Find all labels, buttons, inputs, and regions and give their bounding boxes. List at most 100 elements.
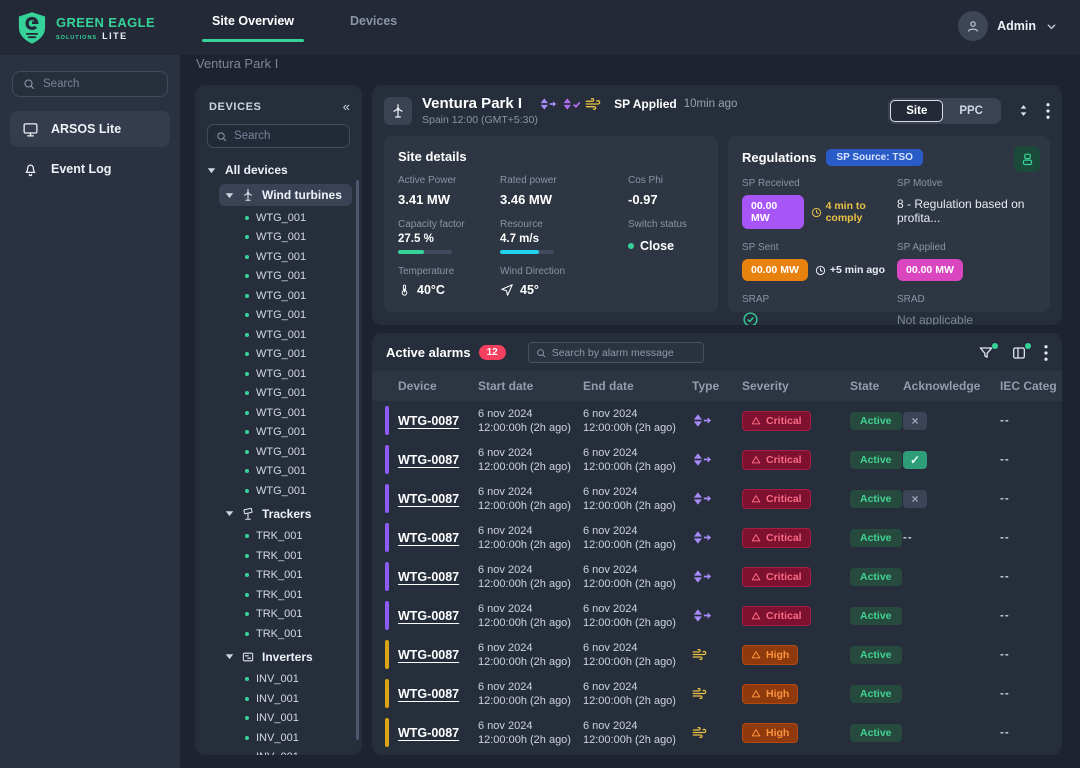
alarm-row[interactable]: WTG-0087 6 nov 202412:00:00h (2h ago) 6 … bbox=[372, 674, 1062, 713]
sidebar-search[interactable] bbox=[12, 71, 168, 97]
sort-icon[interactable] bbox=[1017, 103, 1030, 118]
automation-robot-icon[interactable] bbox=[1014, 146, 1040, 172]
sp-applied-time: 10min ago bbox=[684, 98, 738, 110]
tree-device-item[interactable]: TRK_001 bbox=[207, 527, 356, 547]
tree-root-all-devices[interactable]: All devices bbox=[207, 158, 356, 182]
status-bullet bbox=[245, 391, 249, 395]
alarm-row[interactable]: WTG-0087 6 nov 202412:00:00h (2h ago) 6 … bbox=[372, 479, 1062, 518]
status-bullet bbox=[245, 489, 249, 493]
tree-device-item[interactable]: INV_001 bbox=[207, 709, 356, 729]
sidebar-item-event-log[interactable]: Event Log bbox=[10, 151, 170, 187]
acknowledge-confirm-button[interactable]: ✓ bbox=[903, 451, 927, 469]
device-link[interactable]: WTG-0087 bbox=[398, 453, 459, 467]
user-menu[interactable]: Admin bbox=[958, 11, 1058, 41]
tree-device-item[interactable]: TRK_001 bbox=[207, 546, 356, 566]
tree-device-item[interactable]: INV_001 bbox=[207, 689, 356, 709]
tree-device-item[interactable]: WTG_001 bbox=[207, 442, 356, 462]
sidebar-item-arsos-lite[interactable]: ARSOS Lite bbox=[10, 111, 170, 147]
tree-device-item[interactable]: INV_001 bbox=[207, 748, 356, 756]
user-name: Admin bbox=[997, 19, 1036, 33]
alarm-row[interactable]: WTG-0087 6 nov 202412:00:00h (2h ago) 6 … bbox=[372, 440, 1062, 479]
iec-category-cell: -- bbox=[1000, 493, 1062, 505]
tree-device-item[interactable]: WTG_001 bbox=[207, 247, 356, 267]
tree-device-item[interactable]: INV_001 bbox=[207, 728, 356, 748]
tree-device-item[interactable]: WTG_001 bbox=[207, 364, 356, 384]
tab-site-overview[interactable]: Site Overview bbox=[196, 0, 310, 42]
tree-device-item[interactable]: TRK_001 bbox=[207, 566, 356, 586]
alarm-row[interactable]: WTG-0087 6 nov 202412:00:00h (2h ago) 6 … bbox=[372, 401, 1062, 440]
setpoint-icon bbox=[692, 491, 742, 506]
start-date-cell: 6 nov 202412:00:00h (2h ago) bbox=[478, 407, 583, 435]
tree-group-trackers[interactable]: Trackers bbox=[219, 503, 352, 525]
metric-rated-power: Rated power 3.46 MW bbox=[500, 175, 628, 207]
alarm-row[interactable]: WTG-0087 6 nov 202412:00:00h (2h ago) 6 … bbox=[372, 713, 1062, 752]
tree-device-item[interactable]: TRK_001 bbox=[207, 624, 356, 644]
toggle-option-site[interactable]: Site bbox=[890, 100, 943, 122]
metric-active-power: Active Power 3.41 MW bbox=[398, 175, 500, 207]
acknowledge-dismiss-button[interactable]: × bbox=[903, 412, 927, 430]
alarm-search[interactable] bbox=[528, 342, 704, 363]
kebab-menu-icon[interactable] bbox=[1044, 345, 1048, 361]
tree-device-item[interactable]: WTG_001 bbox=[207, 325, 356, 345]
tree-device-item[interactable]: WTG_001 bbox=[207, 481, 356, 501]
tree-group-wind-turbines[interactable]: Wind turbines bbox=[219, 184, 352, 206]
tree-device-item[interactable]: WTG_001 bbox=[207, 423, 356, 443]
device-link[interactable]: WTG-0087 bbox=[398, 492, 459, 506]
end-date-cell: 6 nov 202412:00:00h (2h ago) bbox=[583, 719, 692, 747]
device-label: WTG_001 bbox=[256, 485, 306, 497]
metric-switch-status: Switch status Close bbox=[628, 219, 704, 254]
tree-device-item[interactable]: WTG_001 bbox=[207, 228, 356, 248]
tree-device-item[interactable]: WTG_001 bbox=[207, 345, 356, 365]
device-label: INV_001 bbox=[256, 751, 299, 755]
alarm-row[interactable]: WTG-0087 6 nov 202412:00:00h (2h ago) 6 … bbox=[372, 596, 1062, 635]
kebab-menu-icon[interactable] bbox=[1046, 103, 1050, 119]
device-link[interactable]: WTG-0087 bbox=[398, 687, 459, 701]
alarm-row[interactable]: WTG-0087 6 nov 202412:00:00h (2h ago) 6 … bbox=[372, 557, 1062, 596]
capacity-factor-bar bbox=[398, 250, 452, 254]
devices-search[interactable] bbox=[207, 124, 350, 148]
device-link[interactable]: WTG-0087 bbox=[398, 531, 459, 545]
acknowledge-dismiss-button[interactable]: × bbox=[903, 490, 927, 508]
end-date-cell: 6 nov 202412:00:00h (2h ago) bbox=[583, 641, 692, 669]
alarm-row[interactable]: WTG-0087 6 nov 202412:00:00h (2h ago) 6 … bbox=[372, 635, 1062, 674]
device-link[interactable]: WTG-0087 bbox=[398, 609, 459, 623]
tab-devices[interactable]: Devices bbox=[334, 0, 413, 42]
device-label: INV_001 bbox=[256, 712, 299, 724]
tree-groups: Wind turbines WTG_001 WTG_001 WTG_001 WT… bbox=[207, 184, 356, 755]
tree-device-item[interactable]: WTG_001 bbox=[207, 306, 356, 326]
navigation-arrow-icon bbox=[500, 283, 514, 297]
device-link[interactable]: WTG-0087 bbox=[398, 648, 459, 662]
columns-icon[interactable] bbox=[1011, 345, 1027, 361]
device-link[interactable]: WTG-0087 bbox=[398, 414, 459, 428]
state-badge: Active bbox=[850, 607, 902, 625]
iec-category-cell: -- bbox=[1000, 532, 1062, 544]
tree-device-item[interactable]: TRK_001 bbox=[207, 585, 356, 605]
tree-device-item[interactable]: WTG_001 bbox=[207, 403, 356, 423]
start-date-cell: 6 nov 202412:00:00h (2h ago) bbox=[478, 602, 583, 630]
tree-scrollbar[interactable] bbox=[356, 180, 359, 740]
tree-group-inverters[interactable]: Inverters bbox=[219, 646, 352, 668]
tree-device-item[interactable]: INV_001 bbox=[207, 670, 356, 690]
alarm-search-input[interactable] bbox=[552, 347, 696, 359]
tree-device-item[interactable]: WTG_001 bbox=[207, 267, 356, 287]
filter-icon[interactable] bbox=[978, 345, 994, 361]
metric-temperature: Temperature 40°C bbox=[398, 266, 500, 297]
severity-badge: Critical bbox=[742, 528, 811, 548]
alarm-row[interactable]: WTG-0087 6 nov 202412:00:00h (2h ago) 6 … bbox=[372, 518, 1062, 557]
sidebar-search-input[interactable] bbox=[43, 78, 157, 90]
status-bullet bbox=[245, 573, 249, 577]
tree-device-item[interactable]: WTG_001 bbox=[207, 384, 356, 404]
device-link[interactable]: WTG-0087 bbox=[398, 726, 459, 740]
device-link[interactable]: WTG-0087 bbox=[398, 570, 459, 584]
status-bullet bbox=[245, 430, 249, 434]
tree-device-item[interactable]: WTG_001 bbox=[207, 286, 356, 306]
device-label: WTG_001 bbox=[256, 426, 306, 438]
device-label: TRK_001 bbox=[256, 608, 302, 620]
warning-triangle-icon bbox=[751, 533, 761, 543]
toggle-option-ppc[interactable]: PPC bbox=[943, 100, 999, 122]
tree-device-item[interactable]: TRK_001 bbox=[207, 605, 356, 625]
collapse-panel-icon[interactable]: « bbox=[343, 99, 350, 114]
tree-device-item[interactable]: WTG_001 bbox=[207, 208, 356, 228]
devices-search-input[interactable] bbox=[234, 130, 341, 142]
tree-device-item[interactable]: WTG_001 bbox=[207, 462, 356, 482]
